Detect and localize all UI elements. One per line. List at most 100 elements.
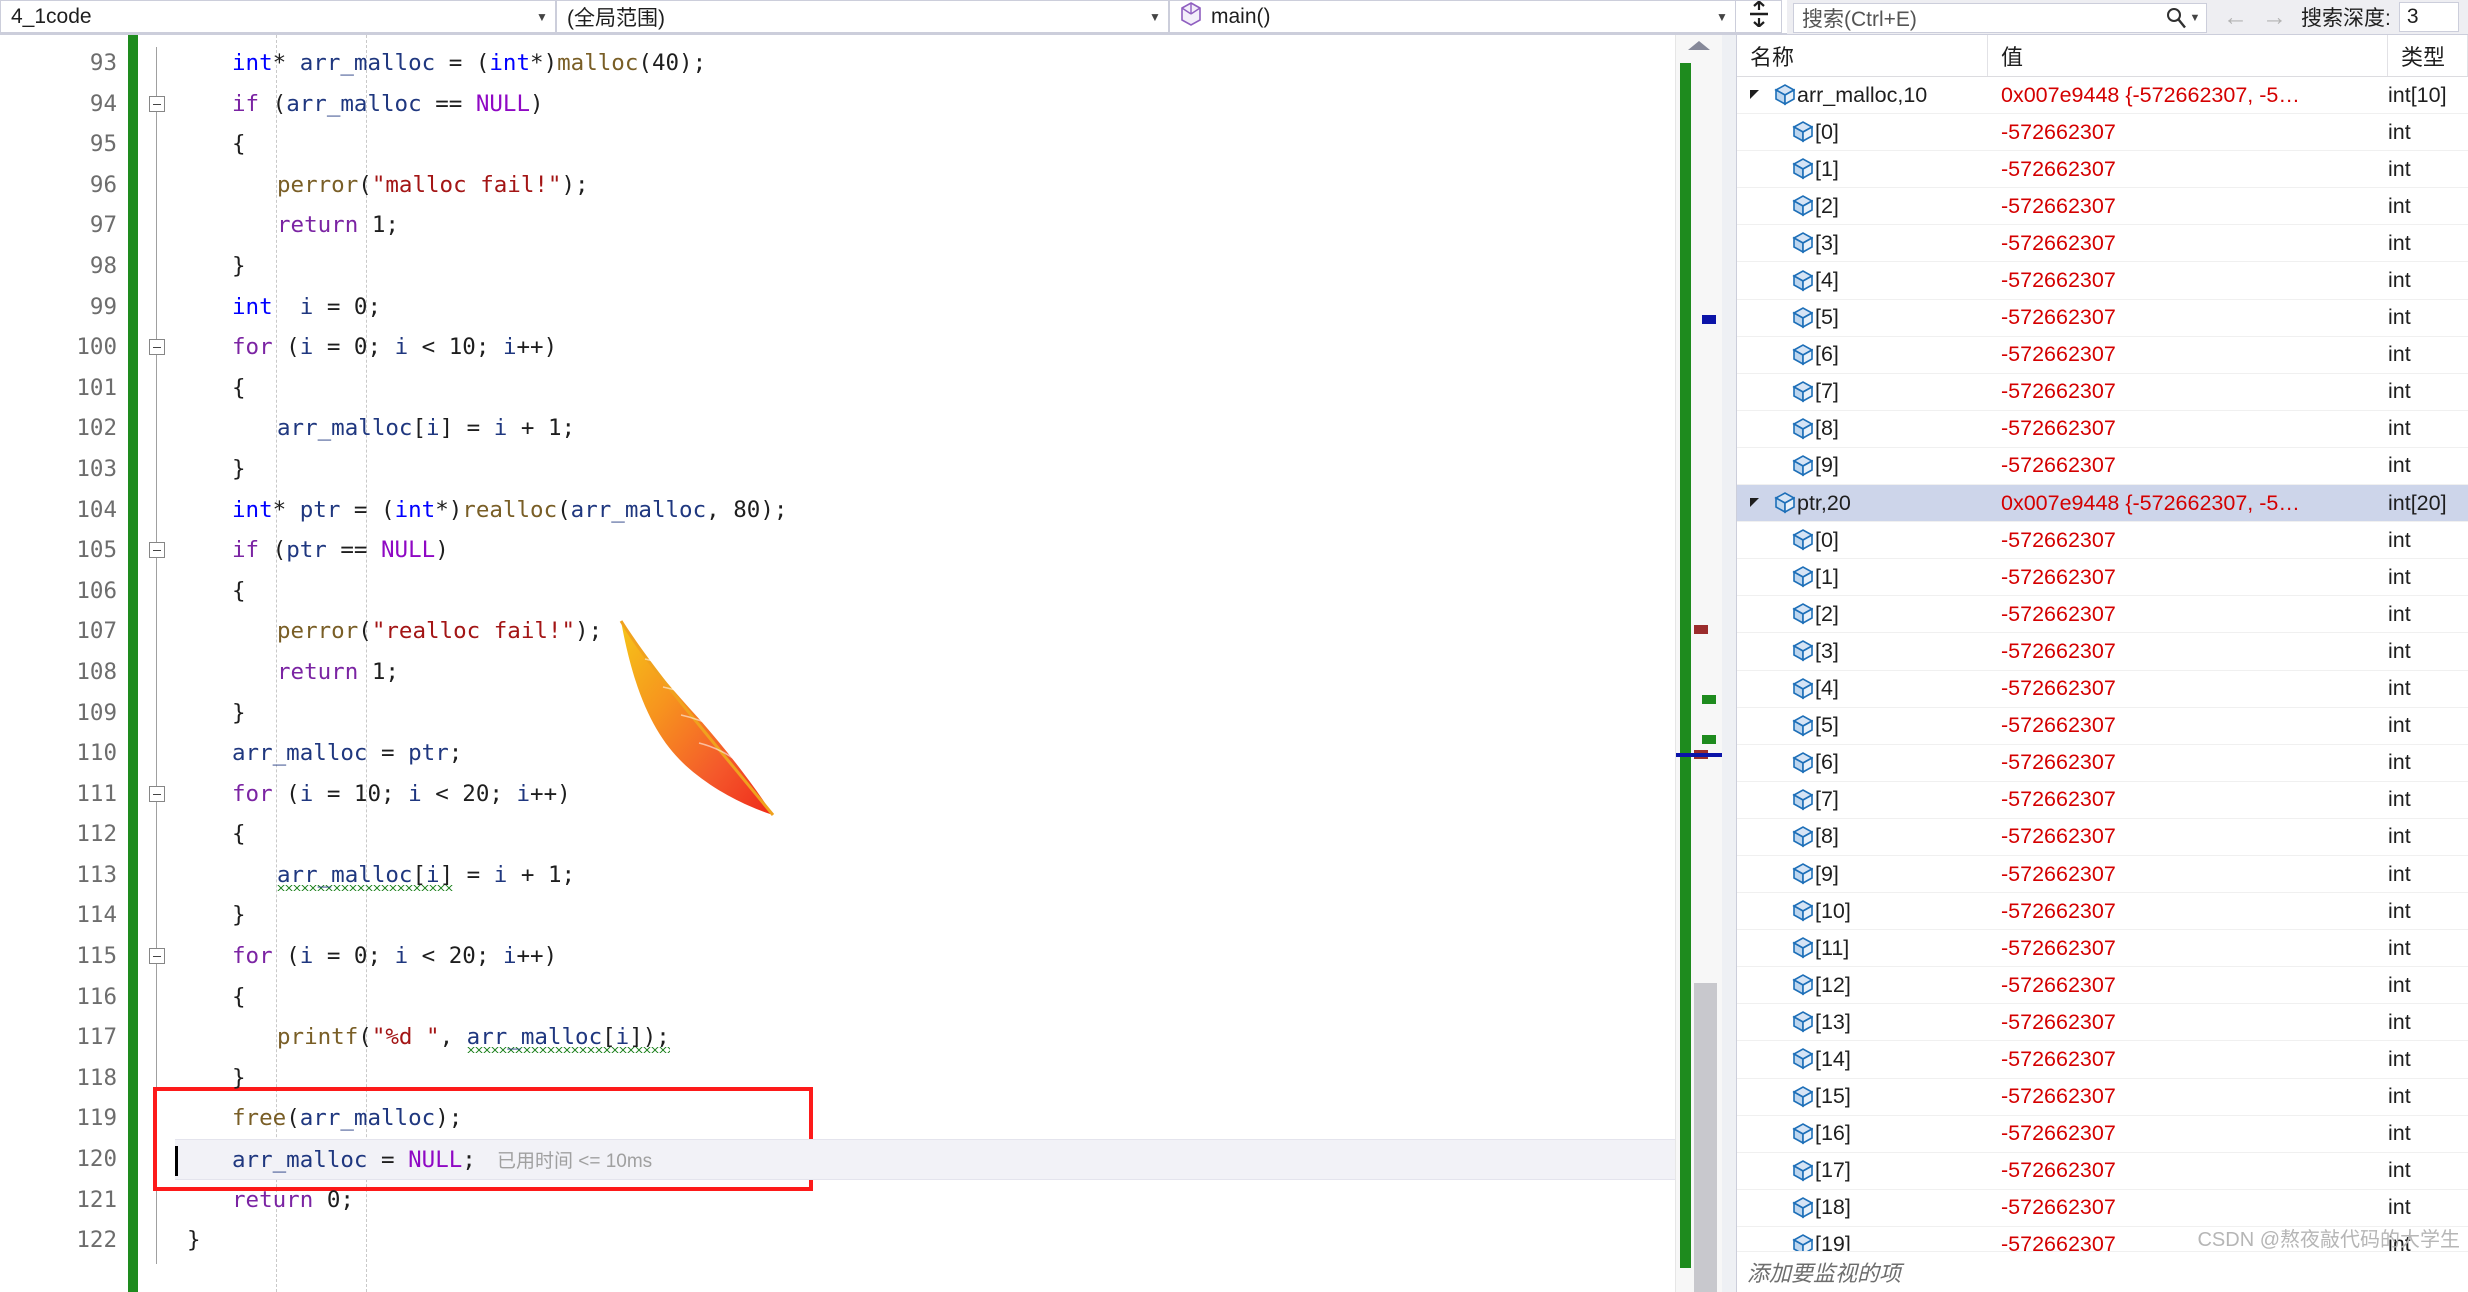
watch-row[interactable]: [8] -572662307 int (1737, 819, 2468, 856)
watch-value-cell[interactable]: -572662307 (1988, 602, 2388, 627)
code-line[interactable]: int* ptr = (int*)realloc(arr_malloc, 80)… (175, 490, 1675, 531)
watch-row[interactable]: [10] -572662307 int (1737, 893, 2468, 931)
watch-row[interactable]: [2] -572662307 int (1737, 596, 2468, 634)
code-line[interactable]: return 1; (175, 652, 1675, 693)
watch-name-cell[interactable]: [4] (1737, 268, 1988, 293)
code-editor[interactable]: 93 94 95 96 97 98 99 100 101 102 103 104 105 106 107 10… (0, 35, 1736, 1292)
watch-row[interactable]: [3] -572662307 int (1737, 225, 2468, 263)
watch-name-cell[interactable]: [3] (1737, 231, 1988, 256)
watch-value-cell[interactable]: -572662307 (1988, 750, 2388, 775)
watch-value-cell[interactable]: -572662307 (1988, 416, 2388, 441)
watch-name-cell[interactable]: [5] (1737, 305, 1988, 330)
watch-name-cell[interactable]: [14] (1737, 1047, 1988, 1072)
watch-value-cell[interactable]: -572662307 (1988, 453, 2388, 478)
watch-value-cell[interactable]: -572662307 (1988, 528, 2388, 553)
watch-row[interactable]: [3] -572662307 int (1737, 633, 2468, 671)
watch-row[interactable]: [2] -572662307 int (1737, 188, 2468, 226)
watch-row[interactable]: [8] -572662307 int (1737, 411, 2468, 448)
fold-toggle[interactable] (149, 542, 165, 559)
watch-name-cell[interactable]: [9] (1737, 862, 1988, 887)
code-line[interactable]: } (175, 895, 1675, 936)
chevron-down-icon[interactable]: ▼ (2188, 12, 2202, 24)
code-line[interactable]: perror("malloc fail!"); (175, 165, 1675, 206)
arrow-left-icon[interactable]: ← (2223, 3, 2248, 32)
watch-name-cell[interactable]: [10] (1737, 899, 1988, 924)
code-line[interactable]: if (ptr == NULL) (175, 530, 1675, 571)
watch-row[interactable]: [5] -572662307 int (1737, 708, 2468, 745)
watch-value-cell[interactable]: -572662307 (1988, 936, 2388, 961)
code-text-area[interactable]: int* arr_malloc = (int*)malloc(40); if (a… (153, 35, 1675, 1292)
project-dropdown[interactable]: 4_1code ▼ (0, 0, 556, 33)
scrollbar-thumb[interactable] (1694, 983, 1717, 1292)
arrow-right-icon[interactable]: → (2262, 3, 2287, 32)
watch-value-cell[interactable]: -572662307 (1988, 120, 2388, 145)
code-line[interactable]: { (175, 368, 1675, 409)
code-line[interactable]: for (i = 10; i < 20; i++) (175, 774, 1675, 815)
watch-row[interactable]: [13] -572662307 int (1737, 1004, 2468, 1042)
watch-rows-container[interactable]: arr_malloc,10 0x007e9448 {-572662307, -5…… (1737, 77, 2468, 1251)
code-line-current[interactable]: arr_malloc = NULL; 已用时间 <= 10ms (175, 1139, 1675, 1180)
watch-value-cell[interactable]: -572662307 (1988, 787, 2388, 812)
code-line[interactable]: { (175, 814, 1675, 855)
expander-triangle-icon[interactable] (1743, 88, 1767, 102)
watch-value-cell[interactable]: -572662307 (1988, 1195, 2388, 1220)
watch-row[interactable]: [15] -572662307 int (1737, 1079, 2468, 1116)
watch-name-cell[interactable]: [16] (1737, 1121, 1988, 1146)
watch-row[interactable]: [4] -572662307 int (1737, 262, 2468, 300)
code-line[interactable]: { (175, 571, 1675, 612)
fold-toggle[interactable] (149, 339, 165, 356)
watch-row[interactable]: [18] -572662307 int (1737, 1190, 2468, 1227)
code-line[interactable]: } (175, 246, 1675, 287)
fold-toggle[interactable] (149, 95, 165, 112)
watch-name-cell[interactable]: [0] (1737, 120, 1988, 145)
watch-row-selected[interactable]: ptr,20 0x007e9448 {-572662307, -5… int[20] (1737, 485, 2468, 523)
column-header-type[interactable]: 类型 (2388, 35, 2468, 76)
watch-value-cell[interactable]: -572662307 (1988, 1084, 2388, 1109)
watch-row[interactable]: [16] -572662307 int (1737, 1116, 2468, 1153)
watch-value-cell[interactable]: -572662307 (1988, 305, 2388, 330)
watch-name-cell[interactable]: [3] (1737, 639, 1988, 664)
fold-toggle[interactable] (149, 785, 165, 802)
watch-row[interactable]: [11] -572662307 int (1737, 930, 2468, 968)
watch-add-row[interactable]: 添加要监视的项 (1737, 1251, 2468, 1292)
watch-value-cell[interactable]: -572662307 (1988, 157, 2388, 182)
column-header-name[interactable]: 名称 (1737, 35, 1988, 76)
code-line[interactable]: printf("%d ", arr_malloc[i]); (175, 1017, 1675, 1058)
code-line[interactable]: arr_malloc = ptr; (175, 733, 1675, 774)
watch-name-cell[interactable]: [13] (1737, 1010, 1988, 1035)
watch-value-cell[interactable]: 0x007e9448 {-572662307, -5… (1988, 83, 2388, 108)
watch-row[interactable]: [7] -572662307 int (1737, 782, 2468, 819)
expander-triangle-icon[interactable] (1743, 496, 1767, 510)
watch-value-cell[interactable]: -572662307 (1988, 676, 2388, 701)
code-line[interactable]: { (175, 124, 1675, 165)
watch-name-cell[interactable]: [7] (1737, 379, 1988, 404)
code-line[interactable]: int* arr_malloc = (int*)malloc(40); (175, 43, 1675, 84)
watch-value-cell[interactable]: -572662307 (1988, 379, 2388, 404)
code-line[interactable]: arr_malloc[i] = i + 1; (175, 408, 1675, 449)
watch-row[interactable]: [14] -572662307 int (1737, 1041, 2468, 1079)
watch-row[interactable]: [1] -572662307 int (1737, 151, 2468, 189)
code-line[interactable]: } (175, 449, 1675, 490)
watch-row[interactable]: [9] -572662307 int (1737, 856, 2468, 894)
column-header-value[interactable]: 值 (1988, 35, 2388, 76)
watch-value-cell[interactable]: -572662307 (1988, 713, 2388, 738)
code-line[interactable]: { (175, 977, 1675, 1018)
watch-name-cell[interactable]: [12] (1737, 973, 1988, 998)
watch-name-cell[interactable]: [8] (1737, 824, 1988, 849)
watch-row[interactable]: [4] -572662307 int (1737, 671, 2468, 708)
code-folding-margin[interactable] (138, 35, 175, 1292)
watch-row[interactable]: [1] -572662307 int (1737, 559, 2468, 597)
code-line[interactable]: } (175, 693, 1675, 734)
code-line[interactable]: perror("realloc fail!"); (175, 611, 1675, 652)
code-line[interactable]: free(arr_malloc); (175, 1098, 1675, 1139)
code-line[interactable]: for (i = 0; i < 20; i++) (175, 936, 1675, 977)
watch-value-cell[interactable]: -572662307 (1988, 194, 2388, 219)
code-line[interactable]: } (175, 1058, 1675, 1099)
watch-value-cell[interactable]: -572662307 (1988, 1121, 2388, 1146)
watch-value-cell[interactable]: -572662307 (1988, 1158, 2388, 1183)
watch-value-cell[interactable]: -572662307 (1988, 268, 2388, 293)
watch-row[interactable]: [9] -572662307 int (1737, 448, 2468, 486)
watch-value-cell[interactable]: -572662307 (1988, 342, 2388, 367)
watch-value-cell[interactable]: -572662307 (1988, 231, 2388, 256)
code-line[interactable]: if (arr_malloc == NULL) (175, 84, 1675, 125)
